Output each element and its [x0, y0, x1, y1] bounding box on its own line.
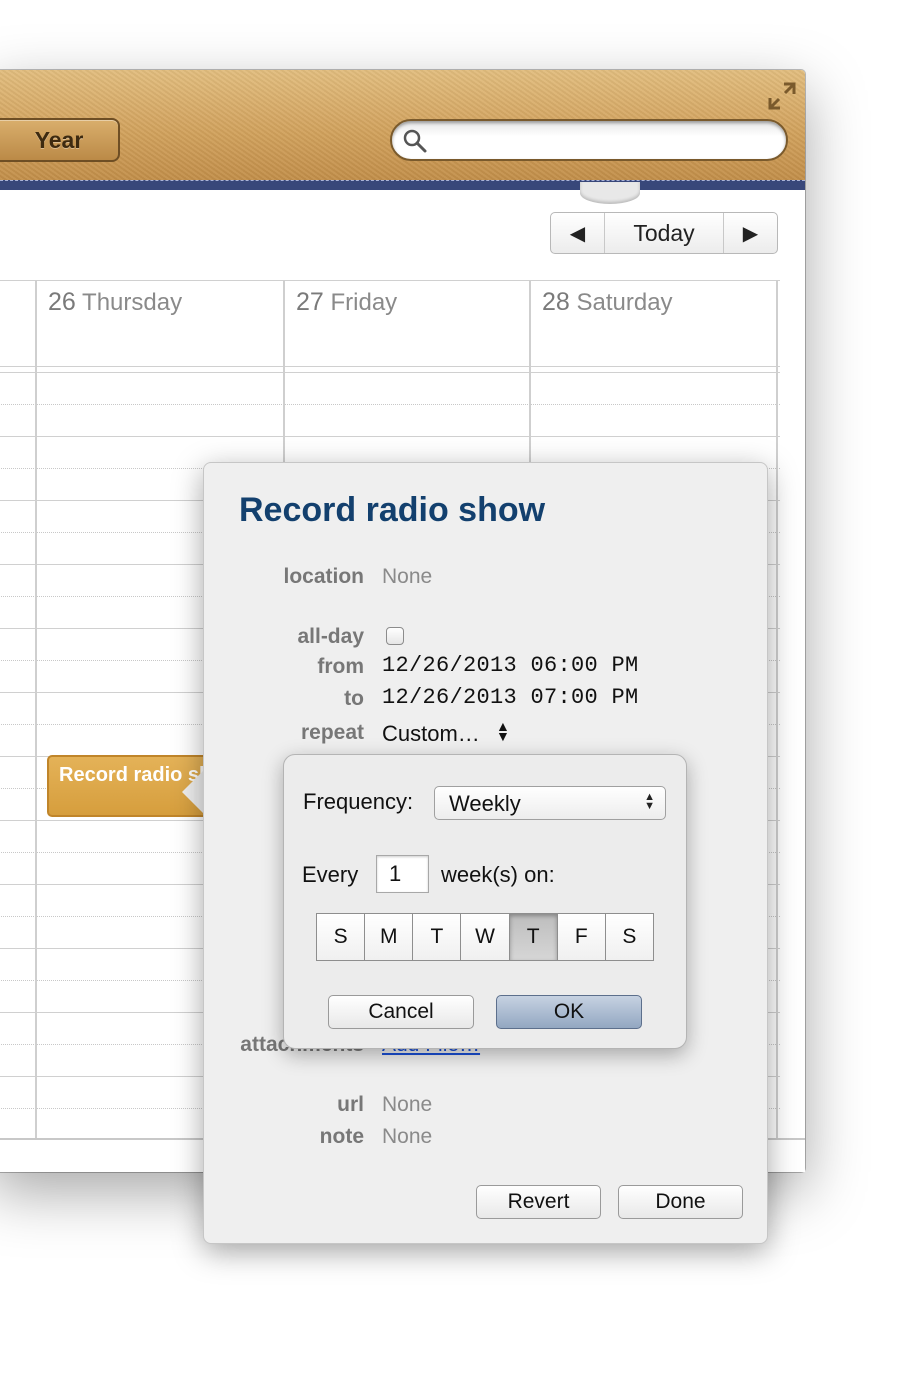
repeat-label: repeat: [300, 721, 364, 744]
weekday-tuesday[interactable]: T: [413, 914, 462, 960]
repeat-stepper-icon[interactable]: ▲ ▼: [496, 719, 510, 743]
torn-paper-edge: [580, 182, 640, 204]
url-value[interactable]: None: [382, 1093, 432, 1117]
toolbar-stitching: [0, 180, 805, 190]
toolbar: Year: [0, 70, 805, 188]
popover-arrow: [182, 770, 204, 814]
location-label: location: [283, 565, 364, 588]
previous-week-button[interactable]: ◀: [551, 213, 605, 253]
url-label: url: [337, 1093, 364, 1116]
chevron-updown-icon: ▲ ▼: [644, 791, 655, 812]
search-icon: [403, 129, 427, 153]
cancel-button[interactable]: Cancel: [328, 995, 474, 1029]
next-week-button[interactable]: ▶: [723, 213, 777, 253]
custom-repeat-sheet: Frequency: Weekly ▲▼ Every week(s) on: S…: [283, 754, 687, 1049]
frequency-select[interactable]: Weekly ▲ ▼: [434, 786, 666, 820]
day-name: Friday: [330, 289, 398, 316]
day-number: 27: [296, 288, 324, 316]
day-name: Thursday: [82, 289, 183, 316]
search-field[interactable]: [390, 119, 788, 161]
day-header-thursday[interactable]: 26 Thursday: [48, 288, 182, 317]
day-header-saturday[interactable]: 28 Saturday: [542, 288, 673, 317]
year-view-button[interactable]: Year: [0, 118, 120, 162]
location-value[interactable]: None: [382, 565, 432, 589]
date-navigation: ◀ Today ▶: [550, 212, 778, 254]
revert-button[interactable]: Revert: [476, 1185, 601, 1219]
unit-label: week(s) on:: [441, 862, 555, 887]
weekday-friday[interactable]: F: [557, 914, 606, 960]
search-input[interactable]: [434, 127, 774, 153]
every-label: Every: [302, 862, 359, 887]
from-value[interactable]: 12/26/2013 06:00 PM: [382, 653, 639, 678]
frequency-value: Weekly: [449, 791, 521, 816]
fullscreen-icon[interactable]: [766, 80, 798, 112]
to-label: to: [344, 687, 364, 710]
day-name: Saturday: [576, 289, 673, 316]
all-day-label: all-day: [297, 625, 364, 648]
day-number: 26: [48, 288, 76, 316]
weekday-monday[interactable]: M: [365, 914, 414, 960]
day-number: 28: [542, 288, 570, 316]
weekday-selector: S M T W T F S: [316, 913, 654, 961]
ok-button[interactable]: OK: [496, 995, 642, 1029]
to-value[interactable]: 12/26/2013 07:00 PM: [382, 685, 639, 710]
repeat-popup[interactable]: Custom…: [382, 721, 480, 747]
note-value[interactable]: None: [382, 1125, 432, 1149]
weekday-thursday[interactable]: T: [509, 914, 558, 960]
frequency-label: Frequency:: [303, 789, 414, 814]
done-button[interactable]: Done: [618, 1185, 743, 1219]
today-button[interactable]: Today: [605, 213, 723, 253]
weekday-sunday[interactable]: S: [317, 914, 366, 960]
weekday-wednesday[interactable]: W: [461, 914, 510, 960]
note-label: note: [319, 1125, 364, 1148]
interval-input[interactable]: [376, 855, 429, 893]
day-header-friday[interactable]: 27 Friday: [296, 288, 397, 317]
weekday-saturday[interactable]: S: [605, 914, 653, 960]
from-label: from: [317, 655, 364, 678]
all-day-checkbox[interactable]: [386, 627, 404, 645]
event-title[interactable]: Record radio show: [239, 491, 545, 530]
